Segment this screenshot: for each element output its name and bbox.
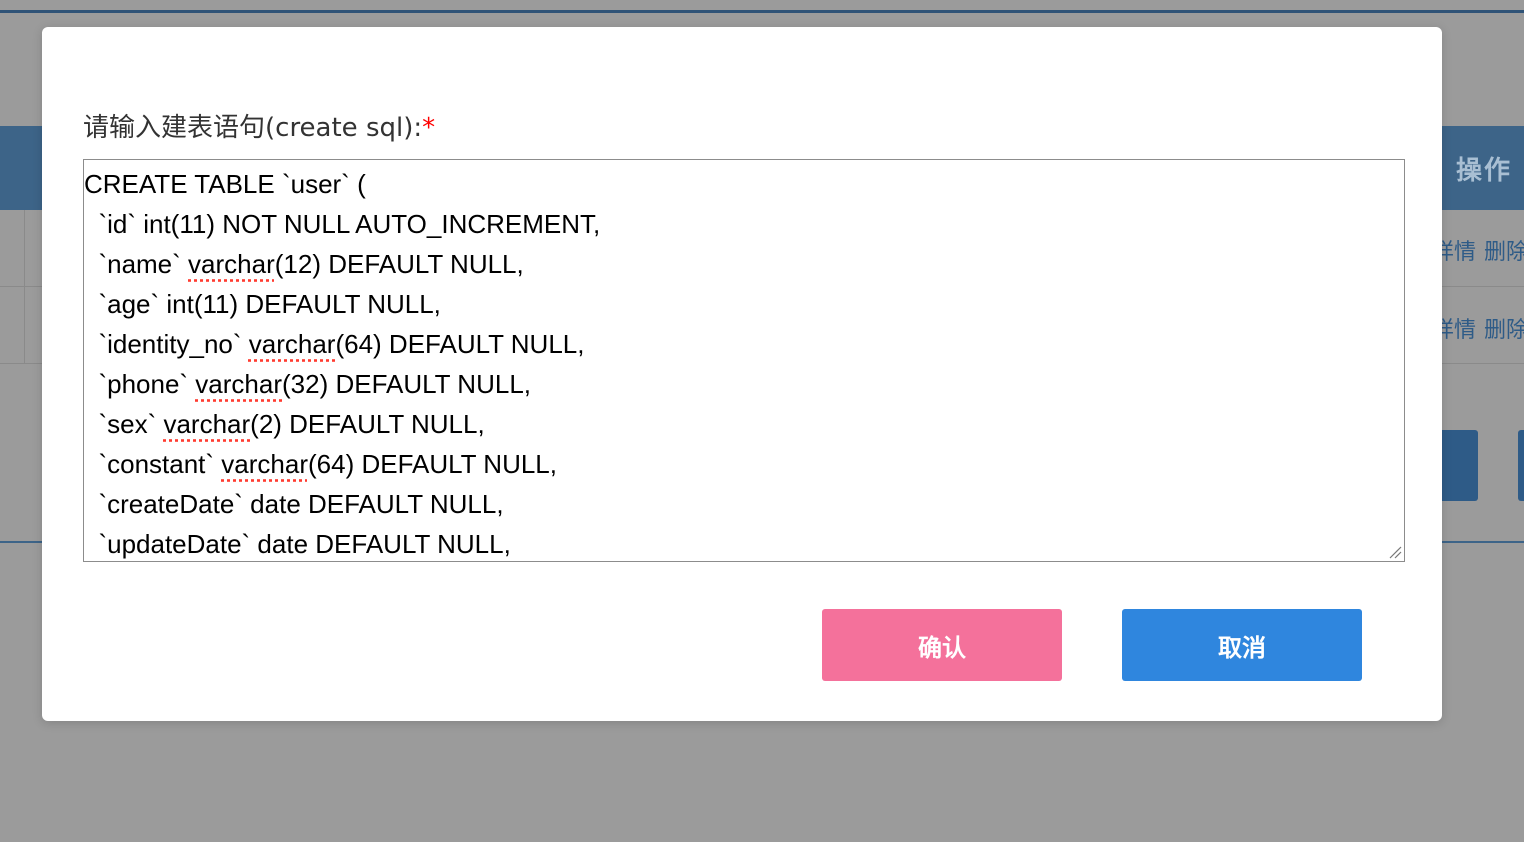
confirm-button[interactable]: 确认 [822, 609, 1062, 681]
sql-line: `phone` varchar(32) DEFAULT NULL, [84, 369, 532, 399]
required-asterisk: * [422, 113, 436, 143]
background-top-border [0, 10, 1524, 13]
sql-line: `createDate` date DEFAULT NULL, [84, 489, 504, 519]
background-row-actions: 详情 删除 [1432, 234, 1524, 266]
create-sql-textarea[interactable]: CREATE TABLE `user` ( `id` int(11) NOT N… [83, 159, 1405, 562]
sql-line: CREATE TABLE `user` ( [84, 169, 366, 199]
background-button [1518, 430, 1524, 501]
spellcheck-word: varchar [221, 449, 308, 479]
spellcheck-word: varchar [195, 369, 282, 399]
background-delete-link[interactable]: 删除 [1484, 318, 1524, 343]
create-sql-label-text: 请输入建表语句(create sql): [83, 113, 423, 143]
spellcheck-word: varchar [188, 249, 275, 279]
cancel-button[interactable]: 取消 [1122, 609, 1362, 681]
background-column-header-actions: 操作 [1456, 156, 1513, 186]
background-column-divider [24, 210, 25, 364]
create-sql-label: 请输入建表语句(create sql):* [83, 107, 435, 144]
background-row-actions: 详情 删除 [1432, 312, 1524, 344]
spellcheck-word: varchar [248, 329, 336, 359]
sql-text: CREATE TABLE `user` ( `id` int(11) NOT N… [84, 164, 1404, 561]
sql-line: `name` varchar(12) DEFAULT NULL, [84, 249, 524, 279]
spellcheck-word: varchar [163, 409, 251, 439]
background-delete-link[interactable]: 删除 [1484, 240, 1524, 265]
resize-handle-icon[interactable] [1388, 545, 1402, 559]
sql-line: `id` int(11) NOT NULL AUTO_INCREMENT, [84, 209, 601, 239]
sql-line: `constant` varchar(64) DEFAULT NULL, [84, 449, 557, 479]
sql-line: `sex` varchar(2) DEFAULT NULL, [84, 409, 485, 439]
sql-line: `identity_no` varchar(64) DEFAULT NULL, [84, 329, 585, 359]
sql-line: `updateDate` date DEFAULT NULL, [84, 529, 511, 559]
create-sql-dialog: 请输入建表语句(create sql):* CREATE TABLE `user… [42, 27, 1442, 721]
sql-line: `age` int(11) DEFAULT NULL, [84, 289, 441, 319]
